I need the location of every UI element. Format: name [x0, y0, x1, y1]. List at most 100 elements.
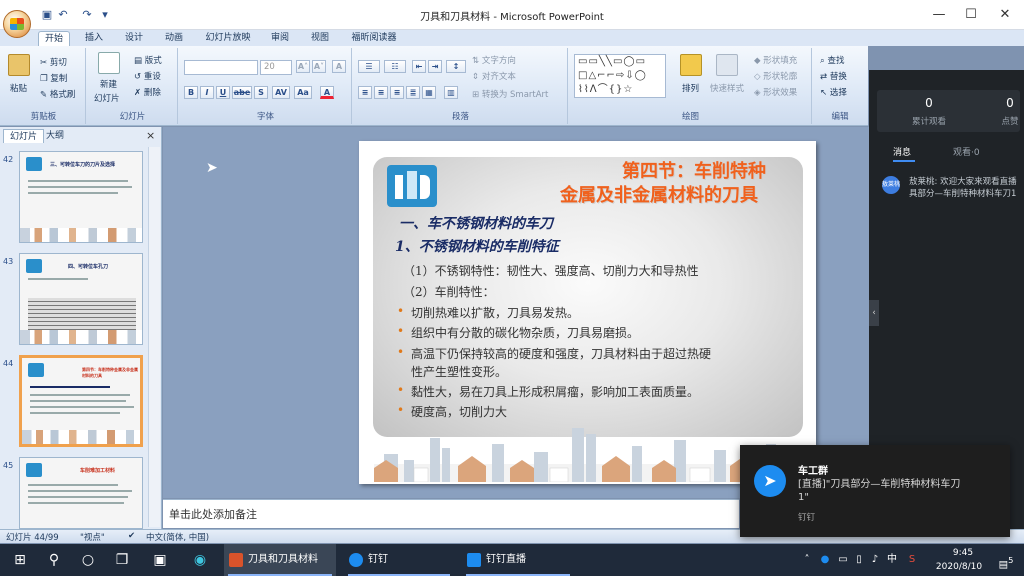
strikethrough-button[interactable]: abe	[232, 86, 252, 99]
shrink-font-icon[interactable]: A˅	[312, 60, 326, 73]
thumb-line	[30, 394, 130, 396]
paste-button[interactable]: 粘贴	[10, 82, 27, 94]
panel-close-icon[interactable]: ×	[146, 129, 155, 142]
bullet-dot: •	[397, 383, 405, 397]
numbering-icon[interactable]: ☷	[384, 60, 406, 73]
thumb-title: 四、可转位车孔刀	[68, 264, 109, 270]
taskbar-app-dingtalk-live[interactable]: 钉钉直播	[462, 544, 574, 576]
taskbar-app-dingtalk[interactable]: 钉钉	[344, 544, 454, 576]
ime-indicator[interactable]: 中	[884, 544, 900, 576]
shadow-button[interactable]: S	[254, 86, 268, 99]
select-button[interactable]: ↖ 选择	[820, 86, 847, 98]
find-button[interactable]: ⌕ 查找	[820, 54, 844, 66]
new-slide-button[interactable]: 新建	[100, 78, 117, 90]
minimize-button[interactable]: —	[924, 4, 954, 26]
tab-review[interactable]: 审阅	[264, 31, 296, 46]
underline-button[interactable]: U	[216, 86, 230, 99]
shapes-gallery[interactable]: ▭▭╲╲▭◯▭ □△⌐⌐⇨⇩◯ ⌇⌇ᐱ⌒{}☆	[574, 54, 666, 98]
clock-time[interactable]: 9:45	[938, 548, 988, 558]
change-case-button[interactable]: Aa	[294, 86, 312, 99]
shape-outline-button[interactable]: ◇ 形状轮廓	[754, 70, 797, 82]
reset-button[interactable]: ↺ 重设	[134, 70, 161, 82]
tab-animation[interactable]: 动画	[158, 31, 190, 46]
distribute-icon[interactable]: ▦	[422, 86, 436, 99]
thumb-city	[20, 228, 142, 242]
tab-foxit[interactable]: 福昕阅读器	[346, 31, 402, 46]
paste-icon[interactable]	[8, 54, 30, 76]
increase-indent-icon[interactable]: ⇥	[428, 60, 442, 73]
shape-effects-button[interactable]: ◈ 形状效果	[754, 86, 797, 98]
decrease-indent-icon[interactable]: ⇤	[412, 60, 426, 73]
italic-button[interactable]: I	[200, 86, 214, 99]
tab-insert[interactable]: 插入	[78, 31, 110, 46]
collapse-panel-button[interactable]: ‹	[869, 300, 879, 326]
line-spacing-icon[interactable]: ↕	[446, 60, 466, 73]
tab-outline[interactable]: 大纲	[40, 129, 70, 143]
text-direction-button[interactable]: ⇅ 文字方向	[472, 54, 516, 66]
cut-button[interactable]: ✂ 剪切	[40, 56, 67, 68]
tab-home[interactable]: 开始	[38, 31, 70, 46]
tray-network-icon[interactable]: ▭	[836, 544, 850, 576]
tab-slides[interactable]: 幻灯片	[3, 129, 45, 143]
replace-button[interactable]: ⇄ 替换	[820, 70, 847, 82]
new-slide-button-2[interactable]: 幻灯片	[94, 92, 120, 104]
language-indicator[interactable]: 中文(简体, 中国)	[146, 531, 209, 543]
delete-button[interactable]: ✗ 删除	[134, 86, 161, 98]
bullets-icon[interactable]: ☰	[358, 60, 380, 73]
slide-thumbnail[interactable]: 车削难加工材料	[19, 457, 143, 529]
columns-icon[interactable]: ▥	[444, 86, 458, 99]
bold-button[interactable]: B	[184, 86, 198, 99]
char-spacing-button[interactable]: AV	[272, 86, 290, 99]
search-icon[interactable]: ⚲	[38, 544, 70, 576]
notification-center-icon[interactable]: ▤5	[994, 544, 1018, 576]
tray-chevron-icon[interactable]: ˄	[800, 544, 814, 576]
font-name-field[interactable]	[184, 60, 258, 75]
office-button-icon[interactable]	[3, 10, 31, 38]
new-slide-icon[interactable]	[98, 52, 120, 74]
tray-battery-icon[interactable]: ▯	[852, 544, 866, 576]
slide-thumbnail[interactable]: 三、可转位车刀的刀片及选择	[19, 151, 143, 243]
tab-slideshow[interactable]: 幻灯片放映	[198, 31, 258, 46]
tab-design[interactable]: 设计	[118, 31, 150, 46]
tab-view[interactable]: 视图	[304, 31, 336, 46]
align-right-icon[interactable]: ≡	[390, 86, 404, 99]
arrange-button[interactable]: 排列	[682, 82, 699, 94]
clear-format-icon[interactable]: A	[332, 60, 346, 73]
align-text-button[interactable]: ⇕ 对齐文本	[472, 70, 516, 82]
maximize-button[interactable]: ☐	[956, 4, 986, 26]
notes-pane[interactable]: 单击此处添加备注	[163, 499, 739, 528]
store-icon[interactable]: ▣	[144, 544, 176, 576]
arrange-icon[interactable]	[680, 54, 702, 76]
align-center-icon[interactable]: ≡	[374, 86, 388, 99]
spellcheck-icon[interactable]: ✔	[128, 531, 135, 541]
slide-bullet: 组织中有分散的碳化物杂质，刀具易磨损。	[411, 326, 640, 340]
edge-icon[interactable]: ◉	[184, 544, 216, 576]
font-size-field[interactable]: 20	[260, 60, 292, 75]
windows-start-icon[interactable]: ⊞	[4, 544, 36, 576]
task-view-icon[interactable]: ❐	[106, 544, 138, 576]
quick-styles-button[interactable]: 快速样式	[710, 82, 744, 94]
copy-button[interactable]: ❐ 复制	[40, 72, 67, 84]
taskbar-app-powerpoint[interactable]: 刀具和刀具材料	[224, 544, 336, 576]
shape-fill-button[interactable]: ◆ 形状填充	[754, 54, 797, 66]
font-color-button[interactable]: A	[320, 86, 334, 99]
align-left-icon[interactable]: ≡	[358, 86, 372, 99]
tray-volume-icon[interactable]: ♪	[868, 544, 882, 576]
slide-thumbnail-selected[interactable]: 第四节：车削特种金属及非金属材料的刀具	[19, 355, 143, 447]
justify-icon[interactable]: ≣	[406, 86, 420, 99]
format-painter-button[interactable]: ✎ 格式刷	[40, 88, 75, 100]
tab-messages[interactable]: 消息	[893, 145, 911, 158]
grow-font-icon[interactable]: A˄	[296, 60, 310, 73]
tray-dingtalk-icon[interactable]: ●	[818, 544, 832, 576]
panel-scrollbar[interactable]	[148, 147, 160, 527]
tray-sogou-icon[interactable]: S	[904, 544, 920, 576]
layout-button[interactable]: ▤ 版式	[134, 54, 162, 66]
tab-watching[interactable]: 观看·0	[953, 145, 980, 158]
close-button[interactable]: ✕	[990, 4, 1020, 26]
quick-styles-icon[interactable]	[716, 54, 738, 76]
clock-date[interactable]: 2020/8/10	[928, 562, 990, 572]
thumb-city	[22, 430, 140, 444]
smartart-button[interactable]: ⊞ 转换为 SmartArt	[472, 88, 548, 100]
slide-thumbnail[interactable]: 四、可转位车孔刀	[19, 253, 143, 345]
cortana-icon[interactable]: ○	[72, 544, 104, 576]
